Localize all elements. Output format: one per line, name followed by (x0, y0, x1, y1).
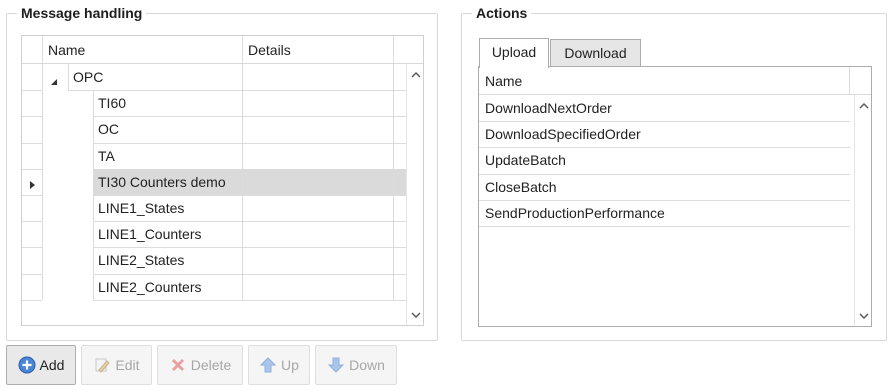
actions-list-header: Name (479, 67, 871, 95)
column-header-name[interactable]: Name (48, 37, 85, 63)
delete-button-label: Delete (190, 357, 232, 373)
action-rows: DownloadNextOrder DownloadSpecifiedOrder U… (479, 95, 850, 326)
message-handling-group: Message handling Name Details OPC TI60 OC T… (6, 4, 438, 341)
action-item-label: UpdateBatch (485, 152, 566, 169)
plus-circle-icon (18, 356, 36, 374)
up-button[interactable]: Up (248, 345, 310, 385)
scroll-up-icon[interactable] (855, 97, 871, 114)
arrow-down-icon (327, 356, 345, 374)
tree-item-label: LINE2_States (98, 252, 185, 269)
actions-title: Actions (472, 4, 532, 22)
arrow-up-icon (259, 356, 277, 374)
expand-collapse-icon[interactable] (50, 73, 58, 85)
column-divider (242, 64, 243, 300)
tree-item-label: TA (98, 147, 115, 164)
grid-header: Name Details (22, 36, 423, 64)
tree-item-label: LINE2_Counters (98, 278, 202, 295)
down-button-label: Down (349, 357, 385, 373)
edit-button[interactable]: Edit (81, 345, 152, 385)
tab-upload-label: Upload (491, 44, 537, 60)
tree-row[interactable]: LINE1_States (22, 195, 406, 221)
row-divider (479, 226, 850, 227)
action-item-label: CloseBatch (485, 178, 557, 195)
tree-root-label: OPC (73, 69, 104, 85)
action-row[interactable]: CloseBatch (479, 174, 850, 200)
column-divider (393, 64, 394, 300)
tree-row[interactable]: LINE2_States (22, 247, 406, 273)
delete-button[interactable]: Delete (157, 345, 243, 385)
tree-item-label: LINE1_Counters (98, 226, 202, 243)
message-handling-title: Message handling (17, 4, 147, 22)
action-row[interactable]: UpdateBatch (479, 147, 850, 173)
tab-upload[interactable]: Upload (479, 38, 549, 68)
header-divider (242, 36, 243, 64)
tree-item-label: TI30 Counters demo (98, 173, 226, 190)
tree-row[interactable]: OC (22, 116, 406, 142)
edit-button-label: Edit (115, 357, 140, 373)
tree-rows: OPC TI60 OC TA TI30 Counters demo LINE1_State… (22, 64, 406, 325)
x-icon (169, 356, 187, 374)
action-item-label: SendProductionPerformance (485, 204, 665, 221)
message-tree-grid: Name Details OPC TI60 OC TA TI30 Counters de… (21, 35, 424, 326)
tree-row[interactable]: LINE2_Counters (22, 274, 406, 300)
column-divider (93, 90, 94, 300)
current-row-indicator-icon (28, 177, 36, 189)
tab-download[interactable]: Download (550, 39, 641, 67)
header-divider (42, 36, 43, 64)
add-button-label: Add (39, 357, 65, 373)
tree-row[interactable]: TA (22, 143, 406, 169)
row-divider (22, 299, 42, 301)
tree-vertical-scrollbar[interactable] (406, 64, 423, 325)
tree-row[interactable]: TI60 (22, 90, 406, 116)
tree-row[interactable]: LINE1_Counters (22, 221, 406, 247)
column-divider (42, 64, 43, 300)
action-row[interactable]: DownloadNextOrder (479, 95, 850, 121)
tab-download-label: Download (564, 45, 627, 61)
header-divider (393, 36, 394, 64)
column-divider (68, 64, 69, 91)
action-item-label: DownloadNextOrder (485, 100, 612, 116)
column-header-details[interactable]: Details (248, 37, 291, 63)
scroll-up-icon[interactable] (407, 66, 423, 83)
action-row[interactable]: SendProductionPerformance (479, 200, 850, 226)
actions-list: Name DownloadNextOrder DownloadSpecifiedO… (478, 66, 872, 327)
header-divider (849, 67, 850, 95)
action-item-label: DownloadSpecifiedOrder (485, 126, 641, 143)
actions-column-name[interactable]: Name (485, 68, 522, 94)
tree-row[interactable]: TI30 Counters demo (22, 168, 406, 195)
actions-group: Actions Upload Download Name DownloadNex… (461, 4, 887, 341)
row-divider (93, 299, 406, 301)
actions-vertical-scrollbar[interactable] (854, 95, 871, 326)
pencil-icon (93, 356, 111, 374)
tree-item-label: TI60 (98, 95, 127, 112)
down-button[interactable]: Down (315, 345, 397, 385)
tree-row-root[interactable]: OPC (22, 64, 406, 90)
tree-item-label: OC (98, 121, 119, 138)
scroll-down-icon[interactable] (855, 308, 871, 325)
action-row[interactable]: DownloadSpecifiedOrder (479, 121, 850, 147)
add-button[interactable]: Add (6, 345, 76, 385)
up-button-label: Up (281, 357, 299, 373)
tree-item-label: LINE1_States (98, 200, 185, 216)
scroll-down-icon[interactable] (407, 307, 423, 324)
